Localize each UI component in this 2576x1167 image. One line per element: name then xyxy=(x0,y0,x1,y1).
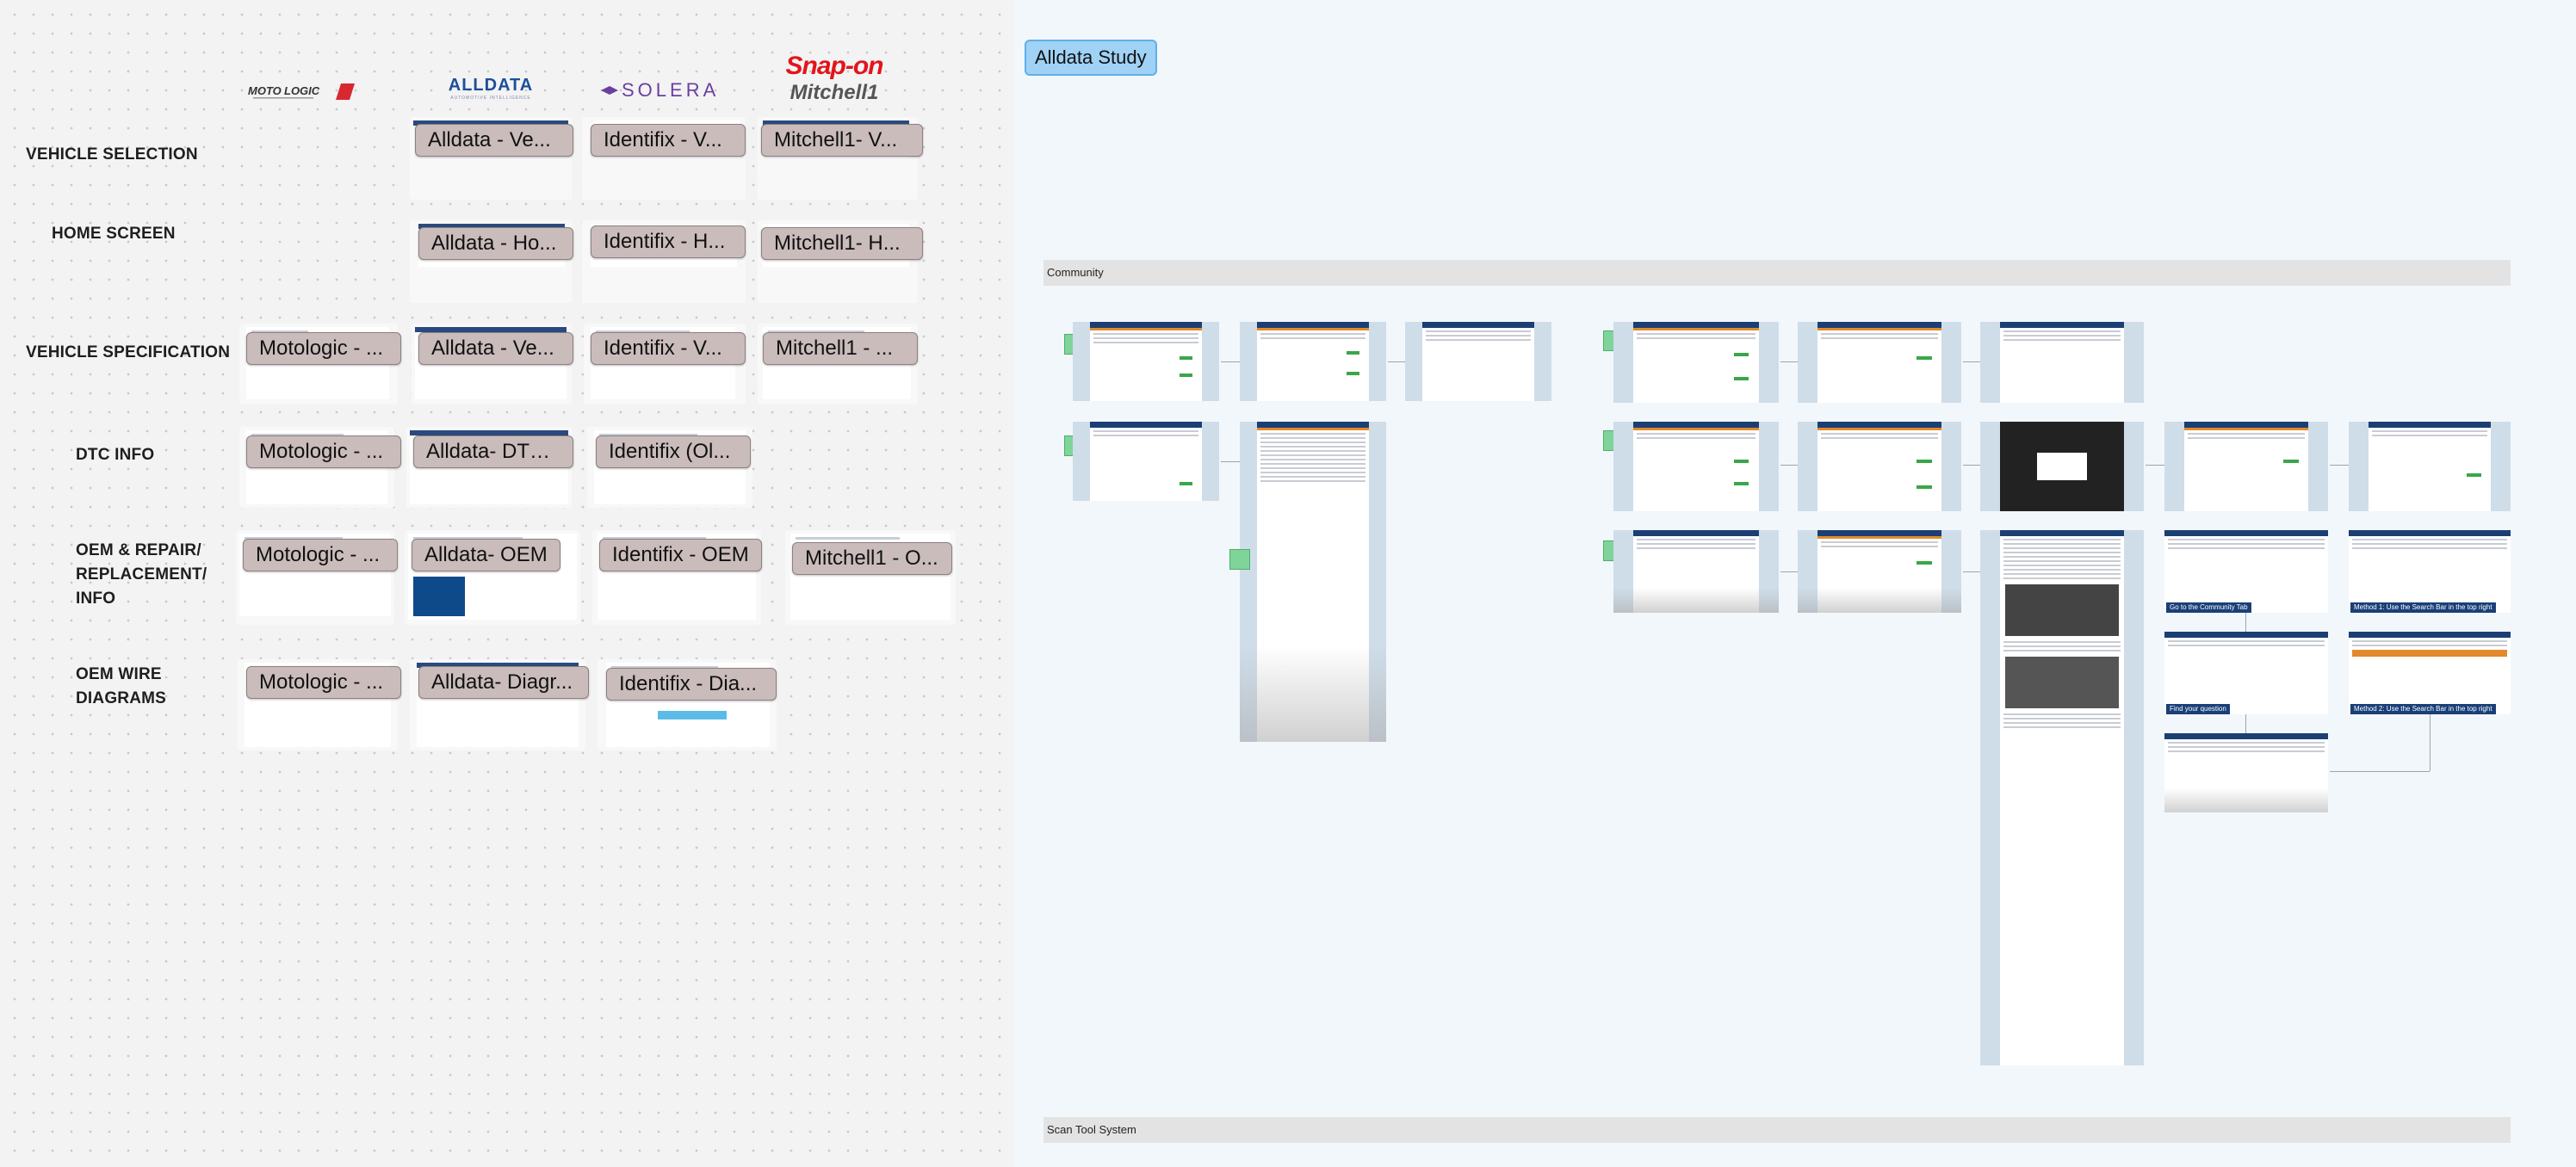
row-label-vehicle-selection: VEHICLE SELECTION xyxy=(26,145,198,164)
screen-frame[interactable] xyxy=(2164,632,2328,714)
flow-arrow xyxy=(1780,361,1798,362)
card-title-chip[interactable]: Motologic - ... xyxy=(246,435,401,468)
motologic-logo: MOTO LOGIC xyxy=(246,76,367,105)
screen-frame[interactable] xyxy=(1980,322,2144,403)
screen-frame[interactable] xyxy=(2349,530,2511,613)
card-title-chip[interactable]: Alldata - Ve... xyxy=(418,332,573,365)
row-label-home-screen: HOME SCREEN xyxy=(52,225,176,243)
alldata-logo-sub: AUTOMOTIVE INTELLIGENCE xyxy=(450,96,531,101)
screen-frame[interactable] xyxy=(2164,422,2328,511)
solera-logo: SOLERA xyxy=(594,76,723,105)
scan-tool-band[interactable]: Scan Tool System xyxy=(1043,1117,2511,1143)
flow-arrow xyxy=(1780,571,1798,572)
section-title[interactable]: Alldata Study xyxy=(1025,40,1157,76)
card-title-chip[interactable]: Identifix (Ol... xyxy=(596,435,751,468)
solera-logo-mark: SOLERA xyxy=(601,79,719,101)
card-title-chip[interactable]: Alldata- OEM xyxy=(412,539,560,571)
card-title-chip[interactable]: Identifix - V... xyxy=(591,332,746,365)
card-title-chip[interactable]: Alldata - Ve... xyxy=(415,124,573,157)
snapon-mitchell-logo: Snap-on Mitchell1 xyxy=(761,52,907,108)
row-label-oem-wire-diagrams: OEM WIRE DIAGRAMS xyxy=(76,665,167,707)
flow-arrow xyxy=(1963,571,1980,572)
step-caption[interactable]: Method 1: Use the Search Bar in the top … xyxy=(2350,602,2496,613)
row-label-dtc-info: DTC INFO xyxy=(76,446,155,464)
screen-frame[interactable] xyxy=(1613,530,1779,613)
card-title-chip[interactable]: Motologic - ... xyxy=(246,332,401,365)
flow-arrow xyxy=(1780,465,1798,466)
screen-frame[interactable] xyxy=(1073,322,1219,401)
alldata-logo: ALLDATA AUTOMOTIVE INTELLIGENCE xyxy=(439,76,542,105)
flow-arrow xyxy=(1221,461,1240,462)
step-caption[interactable]: Go to the Community Tab xyxy=(2166,602,2251,613)
screen-frame[interactable] xyxy=(2164,530,2328,613)
card-title-chip[interactable]: Motologic - ... xyxy=(243,539,398,571)
flow-connector xyxy=(2245,613,2246,632)
card-title-chip[interactable]: Identifix - V... xyxy=(591,124,746,157)
screen-frame-long[interactable] xyxy=(1980,530,2144,1065)
card-title-chip[interactable]: Mitchell1 - O... xyxy=(792,542,952,575)
screen-frame[interactable] xyxy=(1798,530,1961,613)
flow-arrow xyxy=(1221,361,1240,362)
card-title-chip[interactable]: Mitchell1- H... xyxy=(761,227,923,260)
screen-frame[interactable] xyxy=(1798,422,1961,511)
card-title-chip[interactable]: Alldata- DTC... xyxy=(413,435,573,468)
card-title-chip[interactable]: Mitchell1- V... xyxy=(761,124,923,157)
flow-arrow xyxy=(1963,361,1980,362)
screen-frame[interactable] xyxy=(1613,422,1779,511)
svg-text:LOGIC: LOGIC xyxy=(284,84,320,97)
row-label-vehicle-specification: VEHICLE SPECIFICATION xyxy=(26,343,231,361)
card-title-chip[interactable]: Mitchell1 - ... xyxy=(763,332,918,365)
step-caption[interactable]: Method 2: Use the Search Bar in the top … xyxy=(2350,704,2496,714)
screen-frame[interactable] xyxy=(1405,322,1551,401)
sticky-note[interactable] xyxy=(1229,549,1250,570)
alldata-logo-text: ALLDATA xyxy=(448,76,534,95)
snapon-logo-text: Snap-on xyxy=(785,52,884,80)
flow-arrow xyxy=(2330,465,2349,466)
step-caption[interactable]: Find your question xyxy=(2166,704,2230,714)
row-label-oem-repair: OEM & REPAIR/ REPLACEMENT/ INFO xyxy=(76,541,207,608)
screen-frame[interactable] xyxy=(1798,322,1961,403)
card-title-chip[interactable]: Alldata- Diagr... xyxy=(418,666,589,699)
flow-arrow xyxy=(2146,465,2164,466)
card-title-chip[interactable]: Identifix - OEM xyxy=(599,539,762,571)
card-title-chip[interactable]: Identifix - Dia... xyxy=(606,668,777,701)
screen-frame[interactable] xyxy=(1613,322,1779,403)
community-band[interactable]: Community xyxy=(1043,260,2511,286)
flow-arrow xyxy=(1963,465,1980,466)
motologic-logo-art: MOTO LOGIC xyxy=(248,83,355,100)
screen-frame[interactable] xyxy=(1240,322,1386,401)
screen-frame[interactable] xyxy=(2164,733,2328,812)
screen-frame-long[interactable] xyxy=(1240,422,1386,742)
screen-frame-modal[interactable] xyxy=(1980,422,2144,511)
screen-frame[interactable] xyxy=(1073,422,1219,501)
card-title-chip[interactable]: Identifix - H... xyxy=(591,225,746,258)
card-title-chip[interactable]: Alldata - Ho... xyxy=(418,227,573,260)
svg-text:SOLERA: SOLERA xyxy=(622,79,719,101)
flow-connector xyxy=(2330,771,2430,772)
mitchell-logo-text: Mitchell1 xyxy=(790,81,879,104)
screen-frame[interactable] xyxy=(2349,422,2511,511)
flow-arrow xyxy=(1388,361,1405,362)
svg-text:MOTO: MOTO xyxy=(248,84,282,97)
card-title-chip[interactable]: Motologic - ... xyxy=(246,666,401,699)
flow-connector xyxy=(2245,714,2246,733)
screen-frame[interactable] xyxy=(2349,632,2511,714)
